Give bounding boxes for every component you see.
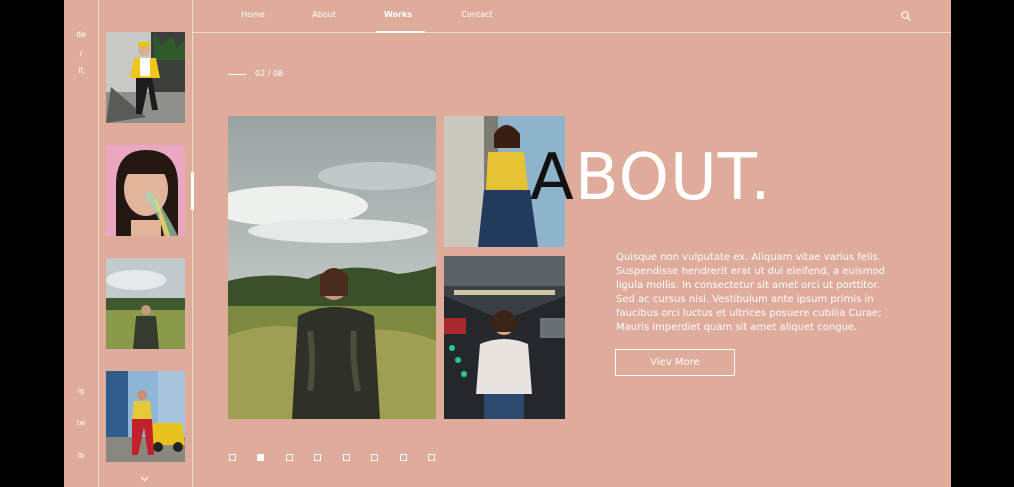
pagination-dot-3[interactable] <box>286 454 293 461</box>
language-it[interactable]: it <box>64 66 98 75</box>
thumbnail-1[interactable] <box>106 32 185 123</box>
pagination-dot-2[interactable] <box>257 454 264 461</box>
nav-about[interactable]: About <box>312 10 336 19</box>
nav-contact[interactable]: Contact <box>461 10 492 19</box>
rail-divider <box>98 0 99 487</box>
nav-active-indicator <box>376 31 425 33</box>
page-title: ABOUT. <box>530 146 772 210</box>
search-icon[interactable] <box>900 10 912 22</box>
chevron-down-icon[interactable] <box>140 474 149 483</box>
social-twitter[interactable]: tw <box>64 419 98 427</box>
thumb-rail-divider <box>192 0 193 487</box>
thumbnail-4[interactable] <box>106 371 185 462</box>
title-rest: BOUT. <box>574 141 772 215</box>
pagination-dot-4[interactable] <box>314 454 321 461</box>
thumbnail-scroll-indicator[interactable] <box>191 172 194 210</box>
nav-works[interactable]: Works <box>384 10 412 19</box>
page: de / it ig tw fb Home About Works Contac… <box>64 0 951 487</box>
pagination-dot-1[interactable] <box>229 454 236 461</box>
social-facebook[interactable]: fb <box>64 452 98 460</box>
pagination-dot-8[interactable] <box>428 454 435 461</box>
about-description: Quisque non vulputate ex. Aliquam vitae … <box>616 252 885 333</box>
view-more-button[interactable]: Viev More <box>615 349 735 376</box>
nav-home[interactable]: Home <box>241 10 265 19</box>
thumbnail-3[interactable] <box>106 258 185 349</box>
social-instagram[interactable]: ig <box>64 387 98 395</box>
title-first-letter: A <box>530 141 575 215</box>
pagination-dot-5[interactable] <box>343 454 350 461</box>
language-de[interactable]: de <box>64 30 98 39</box>
thumbnail-2[interactable] <box>106 145 185 236</box>
slide-counter: 02 / 08 <box>255 69 284 78</box>
pagination-dot-7[interactable] <box>400 454 407 461</box>
photo-parking-portrait <box>444 256 565 419</box>
language-separator: / <box>79 49 83 58</box>
counter-line <box>228 74 246 75</box>
photo-field-portrait <box>228 116 436 419</box>
pagination-dot-6[interactable] <box>371 454 378 461</box>
header-divider <box>192 32 951 33</box>
